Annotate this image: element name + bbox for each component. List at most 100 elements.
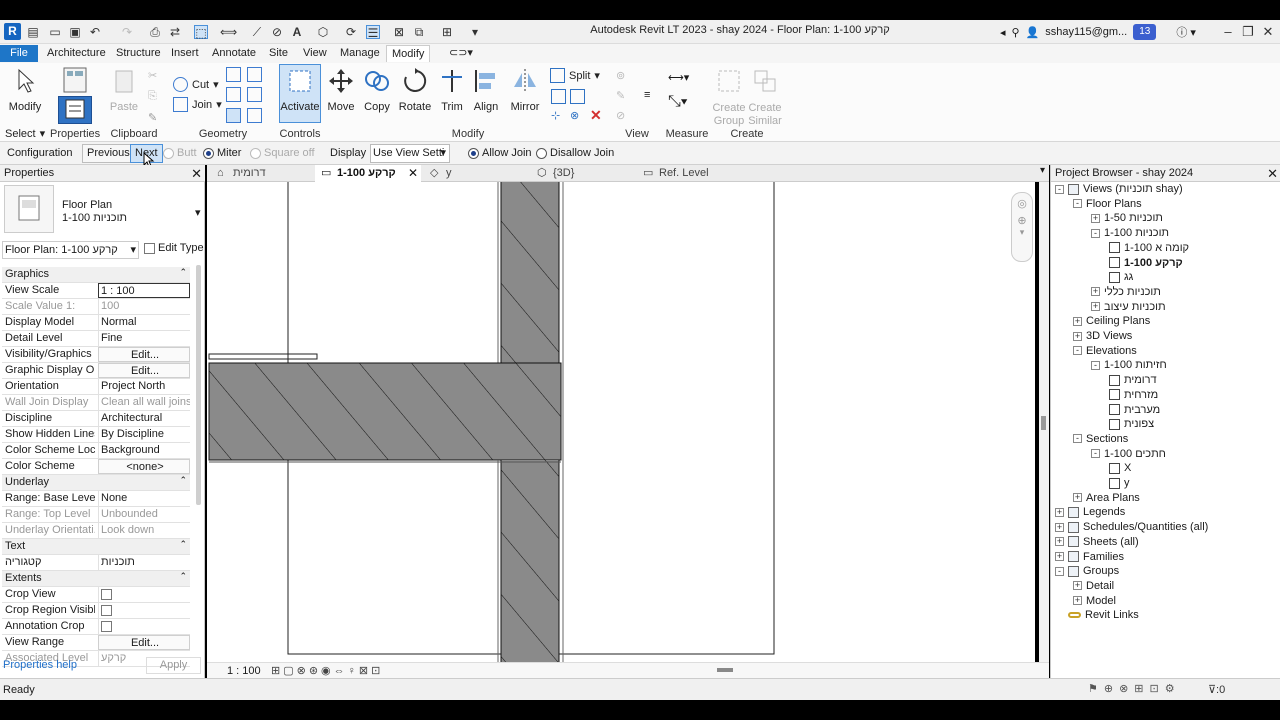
expand-icon[interactable]: +	[1073, 596, 1082, 606]
properties-help-link[interactable]: Properties help	[3, 659, 77, 671]
browser-node[interactable]: + תוכניות עיצוב	[1091, 300, 1166, 314]
configuration-label[interactable]: Configuration	[7, 147, 72, 159]
view-tab-3d[interactable]: ⬡ {3D}	[531, 165, 635, 182]
browser-node[interactable]: מערבית	[1109, 403, 1160, 417]
expand-icon[interactable]: +	[1055, 552, 1064, 561]
customize-qat-icon[interactable]: ⊞	[440, 25, 454, 39]
sync-icon[interactable]: ⇄	[168, 25, 182, 39]
wall-join-tool-icon[interactable]	[226, 108, 241, 123]
array-icon[interactable]	[570, 89, 585, 104]
browser-node[interactable]: + Model	[1073, 594, 1116, 608]
browser-node[interactable]: גג	[1109, 270, 1133, 284]
steering-wheel-icon[interactable]: ◎	[1012, 197, 1032, 210]
property-value[interactable]: Normal	[98, 315, 190, 330]
print-icon[interactable]: ⎙	[148, 25, 162, 39]
zoom-dropdown-icon[interactable]: ▾	[1012, 227, 1032, 238]
unpin-icon[interactable]: ⊗	[570, 109, 585, 124]
select-dropdown[interactable]: Select ▾	[5, 127, 45, 141]
tab-structure[interactable]: Structure	[111, 45, 166, 62]
temporary-hide-icon[interactable]: ≡	[644, 89, 659, 104]
properties-section[interactable]: Extents ⌃	[2, 571, 190, 587]
browser-node[interactable]: - Floor Plans	[1073, 197, 1142, 211]
expand-icon[interactable]: +	[1073, 316, 1082, 326]
browser-node[interactable]: + Legends	[1055, 505, 1125, 519]
minimize-icon[interactable]: –	[1218, 22, 1238, 42]
save-icon[interactable]: ▣	[68, 25, 82, 39]
expand-icon[interactable]: +	[1055, 522, 1064, 532]
collapse-icon[interactable]: -	[1055, 184, 1064, 194]
tab-modify[interactable]: Modify	[386, 45, 431, 62]
collapse-icon[interactable]: -	[1091, 228, 1100, 238]
pin-icon[interactable]: ⊹	[551, 109, 566, 124]
browser-node[interactable]: -1-100 חזיתות	[1091, 358, 1167, 372]
override-graphics-icon[interactable]: ✎	[616, 89, 631, 104]
vertical-scroll-thumb[interactable]	[1041, 416, 1046, 430]
tag-icon[interactable]: ⊘	[270, 25, 284, 39]
browser-node[interactable]: קומה א 1-100	[1109, 241, 1189, 255]
close-hidden-icon[interactable]: ⊠	[392, 25, 406, 39]
tab-annotate[interactable]: Annotate	[207, 45, 261, 62]
property-value[interactable]: Fine	[98, 331, 190, 346]
notification-badge[interactable]: 13	[1133, 24, 1157, 40]
tab-architecture[interactable]: Architecture	[42, 45, 111, 62]
browser-node[interactable]: +1-50 תוכניות	[1091, 211, 1163, 225]
switch-windows-icon[interactable]: ⧉	[412, 25, 426, 39]
browser-node[interactable]: X	[1109, 461, 1131, 475]
expand-icon[interactable]: +	[1091, 287, 1100, 297]
revit-logo[interactable]: R	[4, 23, 21, 40]
cut-clipboard-icon[interactable]: ✂	[148, 69, 163, 84]
selection-options-icons[interactable]: ⚑⊕⊗⊞⊡⚙	[1088, 682, 1181, 695]
redo-icon[interactable]: ↷	[120, 25, 134, 39]
linework-icon[interactable]: ⊘	[616, 109, 631, 124]
property-edit-button[interactable]: Edit...	[98, 363, 190, 378]
view-scale[interactable]: 1 : 100	[227, 665, 261, 677]
demolish-icon[interactable]	[247, 108, 262, 123]
property-value[interactable]: תוכניות	[98, 555, 190, 570]
collapse-section-icon[interactable]: ⌃	[179, 539, 187, 550]
aligned-dimension-icon[interactable]: ⤡▾	[668, 93, 694, 110]
collapse-section-icon[interactable]: ⌃	[179, 267, 187, 278]
view-tab-ref-level[interactable]: ▭ Ref. Level	[637, 165, 741, 182]
browser-node[interactable]: + Sheets (all)	[1055, 535, 1139, 549]
butt-radio[interactable]: Butt	[163, 147, 197, 159]
property-value[interactable]: Background	[98, 443, 190, 458]
property-edit-button[interactable]: Edit...	[98, 347, 190, 362]
delete-icon[interactable]: ✕	[590, 107, 605, 123]
tabs-dropdown-icon[interactable]: ▾	[1040, 165, 1045, 176]
thin-lines-icon[interactable]: ☰	[366, 25, 380, 40]
property-value[interactable]: Project North	[98, 379, 190, 394]
expand-icon[interactable]: +	[1073, 493, 1082, 503]
collapse-icon[interactable]: -	[1055, 566, 1064, 576]
filter-icon[interactable]: ⊽:0	[1208, 683, 1225, 696]
qat-dropdown-icon[interactable]: ▾	[468, 25, 482, 39]
trim-button[interactable]: Trim	[437, 67, 467, 113]
view-tab-ground-floor[interactable]: ▭ 1-100 קרקע ✕	[315, 165, 421, 182]
tab-file[interactable]: File	[0, 45, 38, 62]
edit-type-button[interactable]: Edit Type	[144, 242, 204, 254]
expand-icon[interactable]: +	[1073, 331, 1082, 341]
user-name[interactable]: sshay115@gm...	[1045, 26, 1127, 38]
chevron-left-icon[interactable]: ◂	[1000, 26, 1006, 39]
3d-view-icon[interactable]: ⬡	[316, 25, 330, 39]
aligned-dim-icon[interactable]: ⟋	[250, 25, 264, 39]
close-properties-icon[interactable]: ✕	[191, 165, 202, 182]
mirror-button[interactable]: Mirror	[508, 67, 542, 113]
binoculars-icon[interactable]: ⚲	[1012, 26, 1020, 39]
expand-icon[interactable]: +	[1073, 581, 1082, 591]
create-group-button[interactable]: Create Group	[712, 67, 746, 128]
disallow-join-radio[interactable]: Disallow Join	[536, 147, 614, 159]
close-browser-icon[interactable]: ✕	[1267, 165, 1278, 182]
tab-view[interactable]: View	[298, 45, 332, 62]
activate-button[interactable]: Activate	[279, 64, 321, 123]
copy-clipboard-icon[interactable]: ⎘	[148, 90, 163, 105]
browser-node[interactable]: - Sections	[1073, 432, 1128, 446]
browser-node[interactable]: דרומית	[1109, 373, 1157, 387]
allow-join-radio[interactable]: Allow Join	[468, 147, 532, 159]
browser-node[interactable]: + Families	[1055, 550, 1124, 564]
home-icon[interactable]: ▤	[26, 25, 40, 39]
square-off-radio[interactable]: Square off	[250, 147, 315, 159]
move-button[interactable]: Move	[324, 67, 358, 113]
browser-node[interactable]: y	[1109, 476, 1130, 490]
collapse-icon[interactable]: -	[1091, 449, 1100, 459]
contextual-tab-icon[interactable]: ⊂⊃▾	[444, 45, 478, 62]
